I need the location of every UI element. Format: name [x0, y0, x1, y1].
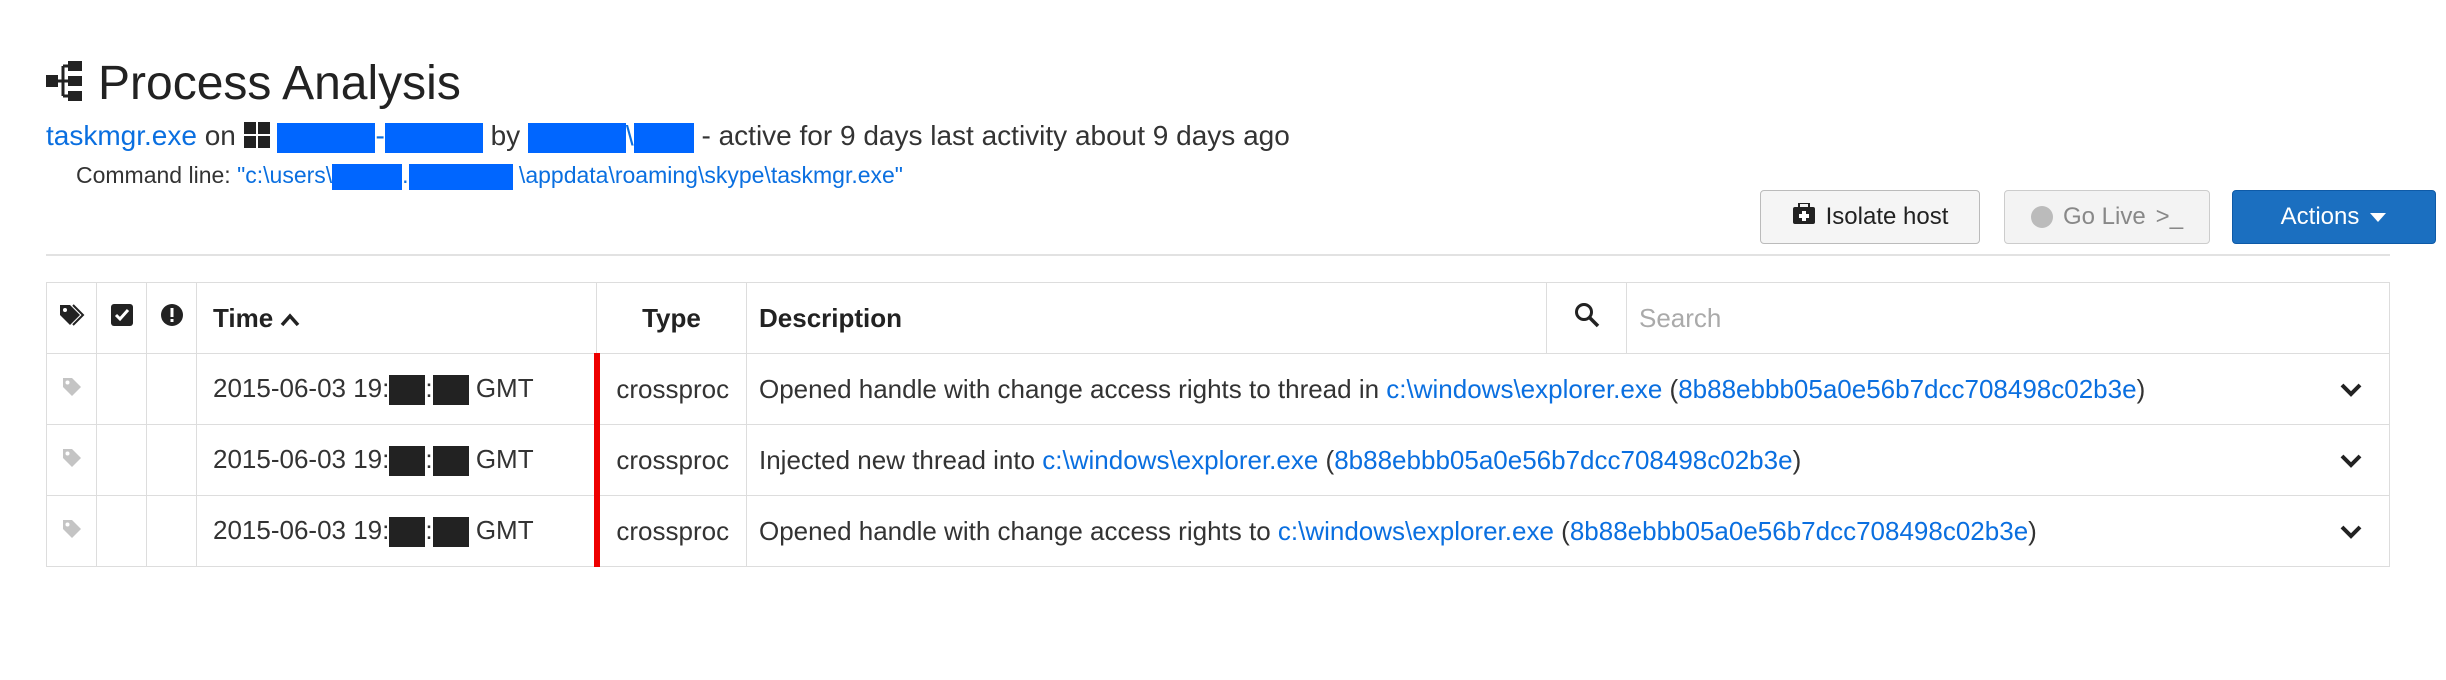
isolate-host-label: Isolate host — [1825, 203, 1949, 230]
checkbox-icon — [110, 303, 134, 333]
tag-cell[interactable] — [46, 495, 97, 567]
alert-column-header[interactable] — [146, 282, 197, 354]
tag-icon — [61, 445, 83, 475]
go-live-button[interactable]: Go Live >_ — [2004, 190, 2210, 244]
chevron-down-icon[interactable] — [2339, 516, 2363, 547]
windows-icon — [243, 120, 278, 151]
description-cell: Opened handle with change access rights … — [746, 495, 2390, 567]
hash-link[interactable]: 8b88ebbb05a0e56b7dcc708498c02b3e — [1678, 374, 2136, 404]
search-icon — [1574, 302, 1600, 334]
page-header: Process Analysis — [46, 56, 461, 111]
tag-icon — [61, 374, 83, 404]
tags-column-header[interactable] — [46, 282, 97, 354]
sort-asc-icon — [280, 303, 300, 333]
tag-icon — [61, 516, 83, 546]
path-link[interactable]: c:\windows\explorer.exe — [1278, 516, 1554, 546]
on-text: on — [204, 120, 236, 151]
caret-down-icon — [2369, 203, 2387, 231]
first-aid-kit-icon — [1792, 201, 1816, 232]
description-column-header[interactable]: Description — [746, 282, 1547, 354]
go-live-label: Go Live — [2062, 203, 2146, 230]
alert-cell — [146, 495, 197, 567]
isolate-host-button[interactable]: Isolate host — [1760, 190, 1980, 244]
table-row[interactable]: 2015-06-03 19:: GMT crossproc Opened han… — [46, 353, 2390, 425]
username-link[interactable]: \ — [527, 120, 694, 153]
actions-dropdown-button[interactable]: Actions — [2232, 190, 2436, 244]
description-cell: Injected new thread into c:\windows\expl… — [746, 424, 2390, 496]
command-line: Command line: "c:\users\. \appdata\roami… — [76, 162, 903, 190]
process-link[interactable]: taskmgr.exe — [46, 120, 197, 151]
checked-column-header[interactable] — [96, 282, 147, 354]
type-cell: crossproc — [593, 353, 747, 425]
page-title: Process Analysis — [98, 57, 461, 110]
checked-cell — [96, 495, 147, 567]
search-input[interactable] — [1627, 284, 2389, 352]
type-cell: crossproc — [593, 424, 747, 496]
by-text: by — [490, 120, 521, 151]
type-cell: crossproc — [593, 495, 747, 567]
time-header-label: Time — [213, 302, 274, 333]
table-row[interactable]: 2015-06-03 19:: GMT crossproc Injected n… — [46, 424, 2390, 496]
time-cell: 2015-06-03 19:: GMT — [196, 495, 597, 567]
activity-text: - active for 9 days last activity about … — [701, 120, 1290, 151]
time-cell: 2015-06-03 19:: GMT — [196, 353, 597, 425]
search-cell — [1626, 282, 2390, 354]
table-row[interactable]: 2015-06-03 19:: GMT crossproc Opened han… — [46, 495, 2390, 567]
path-link[interactable]: c:\windows\explorer.exe — [1386, 374, 1662, 404]
terminal-prompt: >_ — [2155, 203, 2184, 230]
tags-icon — [58, 303, 86, 333]
description-cell: Opened handle with change access rights … — [746, 353, 2390, 425]
hostname-link[interactable]: - — [277, 120, 483, 153]
alert-cell — [146, 424, 197, 496]
chevron-down-icon[interactable] — [2339, 445, 2363, 476]
command-label: Command line: — [76, 162, 231, 188]
checked-cell — [96, 424, 147, 496]
process-tree-icon — [46, 59, 86, 108]
table-header-row: Time Type Description — [46, 282, 2390, 354]
type-column-header[interactable]: Type — [596, 282, 747, 354]
alert-cell — [146, 353, 197, 425]
alert-icon — [160, 303, 184, 333]
chevron-down-icon[interactable] — [2339, 374, 2363, 405]
path-link[interactable]: c:\windows\explorer.exe — [1042, 445, 1318, 475]
header-divider — [46, 254, 2390, 256]
status-dot-icon — [2030, 206, 2053, 228]
tag-cell[interactable] — [46, 424, 97, 496]
process-summary: taskmgr.exe on - by \ - active for 9 day… — [46, 120, 1290, 153]
search-button[interactable] — [1546, 282, 1627, 354]
time-column-header[interactable]: Time — [196, 282, 597, 354]
hash-link[interactable]: 8b88ebbb05a0e56b7dcc708498c02b3e — [1334, 445, 1792, 475]
events-table: Time Type Description Search 2015-06-03 … — [46, 282, 2390, 567]
checked-cell — [96, 353, 147, 425]
command-line-link[interactable]: "c:\users\. \appdata\roaming\skype\taskm… — [237, 162, 903, 190]
tag-cell[interactable] — [46, 353, 97, 425]
time-cell: 2015-06-03 19:: GMT — [196, 424, 597, 496]
actions-label: Actions — [2280, 203, 2360, 230]
hash-link[interactable]: 8b88ebbb05a0e56b7dcc708498c02b3e — [1570, 516, 2028, 546]
